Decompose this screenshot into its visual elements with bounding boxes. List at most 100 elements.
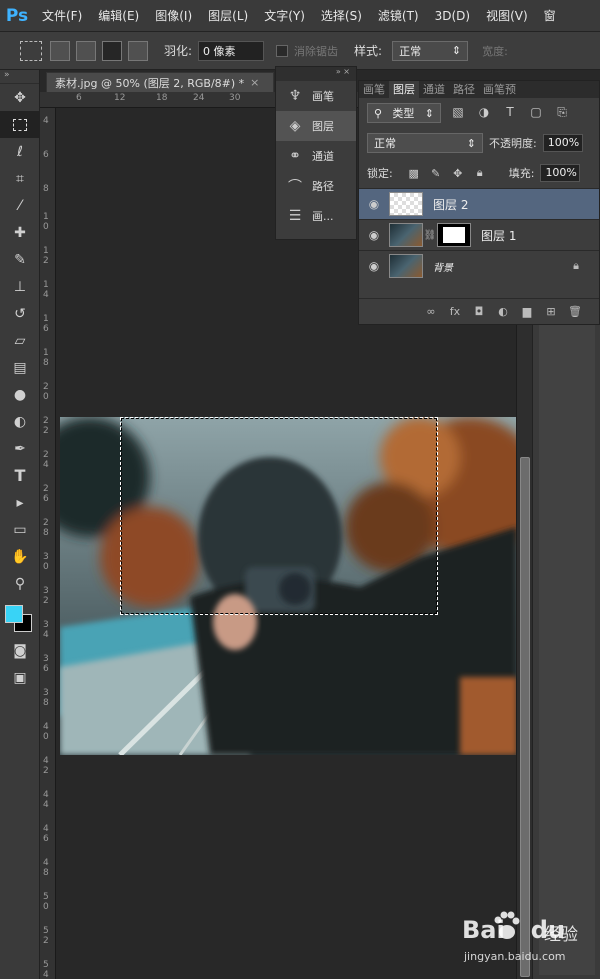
layer-row-layer2[interactable]: ◉ 图层 2 xyxy=(359,188,599,219)
feather-input[interactable]: 0 像素 xyxy=(198,40,265,61)
panel-layers[interactable]: ◈ 图层 xyxy=(276,111,356,141)
menu-layer[interactable]: 图层(L) xyxy=(200,7,256,24)
blur-tool-icon[interactable]: ● xyxy=(0,381,40,408)
menu-image[interactable]: 图像(I) xyxy=(147,7,200,24)
type-filter-icon[interactable]: T xyxy=(501,105,519,121)
marquee-preset-icon[interactable] xyxy=(20,40,42,61)
kind-filter-select[interactable]: ⚲ 类型 ⇕ xyxy=(367,103,441,123)
canvas-scrollbar[interactable] xyxy=(516,317,532,979)
menu-window[interactable]: 窗 xyxy=(536,7,564,24)
type-tool-icon[interactable]: T xyxy=(0,462,40,489)
link-layers-icon[interactable]: ∞ xyxy=(419,305,443,318)
eye-icon[interactable]: ◉ xyxy=(359,197,389,211)
tab-layers[interactable]: 图层 xyxy=(389,81,419,98)
ruler-tick: 1 2 xyxy=(43,246,49,266)
eyedropper-tool-icon[interactable]: ⁄ xyxy=(0,192,40,219)
layer-mask-thumbnail[interactable] xyxy=(437,223,471,247)
menu-view[interactable]: 视图(V) xyxy=(478,7,536,24)
canvas-image[interactable] xyxy=(60,417,517,755)
screen-mode-icon[interactable]: ▣ xyxy=(0,664,40,691)
add-selection-icon[interactable] xyxy=(76,40,96,61)
shape-filter-icon[interactable]: ▢ xyxy=(527,105,545,121)
stamp-tool-icon[interactable]: ⊥ xyxy=(0,273,40,300)
hand-tool-icon[interactable]: ✋ xyxy=(0,543,40,570)
new-group-icon[interactable]: ▆ xyxy=(515,305,539,318)
panel-expand-icon[interactable]: » × xyxy=(276,67,356,81)
lock-position-icon[interactable]: ✥ xyxy=(451,167,465,180)
antialias-checkbox[interactable] xyxy=(276,44,289,57)
zoom-tool-icon[interactable]: ⚲ xyxy=(0,570,40,597)
new-layer-icon[interactable]: ⊞ xyxy=(539,305,563,318)
menu-select[interactable]: 选择(S) xyxy=(313,7,370,24)
adjustment-filter-icon[interactable]: ◑ xyxy=(475,105,493,121)
lasso-tool-icon[interactable]: ℓ xyxy=(0,138,40,165)
menu-filter[interactable]: 滤镜(T) xyxy=(370,7,427,24)
close-tab-icon[interactable]: × xyxy=(250,76,259,89)
ruler-tick: 18 xyxy=(156,93,168,103)
panel-label: 画... xyxy=(312,210,334,223)
opacity-input[interactable]: 100% xyxy=(542,134,583,152)
delete-layer-icon[interactable]: 🗑︎ xyxy=(563,305,587,318)
marquee-tool-icon[interactable] xyxy=(0,111,40,138)
menu-3d[interactable]: 3D(D) xyxy=(427,9,478,23)
quick-mask-icon[interactable]: ◙ xyxy=(0,637,40,664)
document-tab[interactable]: 素材.jpg @ 50% (图层 2, RGB/8#) * × xyxy=(46,72,274,92)
tab-channels[interactable]: 通道 xyxy=(419,81,449,98)
healing-tool-icon[interactable]: ✚ xyxy=(0,219,40,246)
dodge-tool-icon[interactable]: ◐ xyxy=(0,408,40,435)
eye-icon[interactable]: ◉ xyxy=(359,228,389,242)
lock-all-icon[interactable]: 🔒︎ xyxy=(473,166,487,180)
brush-tool-icon[interactable]: ✎ xyxy=(0,246,40,273)
move-tool-icon[interactable]: ✥ xyxy=(0,84,40,111)
path-select-tool-icon[interactable]: ▸ xyxy=(0,489,40,516)
layer-row-layer1[interactable]: ◉ ⛓ 图层 1 xyxy=(359,219,599,250)
foreground-color-swatch[interactable] xyxy=(5,605,23,623)
tab-brush-presets[interactable]: 画笔预 xyxy=(479,81,520,98)
menu-edit[interactable]: 编辑(E) xyxy=(90,7,147,24)
panel-channels[interactable]: ⚭ 通道 xyxy=(276,141,356,171)
subtract-selection-icon[interactable] xyxy=(102,40,122,61)
layer-row-background[interactable]: ◉ 背景 🔒︎ xyxy=(359,250,599,281)
menu-file[interactable]: 文件(F) xyxy=(34,7,90,24)
crop-tool-icon[interactable]: ⌗ xyxy=(0,165,40,192)
ruler-tick: 6 xyxy=(43,150,49,160)
new-selection-icon[interactable] xyxy=(50,40,70,61)
adjustment-layer-icon[interactable]: ◐ xyxy=(491,305,515,318)
eraser-tool-icon[interactable]: ▱ xyxy=(0,327,40,354)
style-label: 样式: xyxy=(354,44,383,58)
collapsed-panels: » × ♆ 画笔 ◈ 图层 ⚭ 通道 ⌒ 路径 ☰ 画... xyxy=(275,66,357,240)
pen-tool-icon[interactable]: ✒ xyxy=(0,435,40,462)
panel-label: 图层 xyxy=(312,120,334,133)
blend-mode-select[interactable]: 正常 ⇕ xyxy=(367,133,483,153)
gradient-tool-icon[interactable]: ▤ xyxy=(0,354,40,381)
panel-label: 路径 xyxy=(312,180,334,193)
ruler-tick: 3 0 xyxy=(43,552,49,572)
add-mask-icon[interactable]: ◘ xyxy=(467,305,491,318)
menu-type[interactable]: 文字(Y) xyxy=(256,7,313,24)
tab-brush[interactable]: 画笔 xyxy=(359,81,389,98)
style-select[interactable]: 正常 ⇕ xyxy=(392,40,469,61)
layers-footer: ∞ fx ◘ ◐ ▆ ⊞ 🗑︎ xyxy=(359,298,599,324)
tools-panel: » ✥ ℓ ⌗ ⁄ ✚ ✎ ⊥ ↺ ▱ ▤ ● ◐ ✒ T ▸ ▭ ✋ ⚲ ◙ … xyxy=(0,70,40,979)
shape-tool-icon[interactable]: ▭ xyxy=(0,516,40,543)
eye-icon[interactable]: ◉ xyxy=(359,259,389,273)
smart-object-filter-icon[interactable]: ⎘ xyxy=(553,105,571,121)
fill-input[interactable]: 100% xyxy=(540,164,581,182)
panel-brush-presets[interactable]: ☰ 画... xyxy=(276,201,356,231)
lock-transparency-icon[interactable]: ▩ xyxy=(407,167,421,180)
tab-paths[interactable]: 路径 xyxy=(449,81,479,98)
panel-paths[interactable]: ⌒ 路径 xyxy=(276,171,356,201)
lock-pixels-icon[interactable]: ✎ xyxy=(429,167,443,180)
color-swatches[interactable] xyxy=(0,597,39,637)
ruler-tick: 3 6 xyxy=(43,654,49,674)
history-brush-tool-icon[interactable]: ↺ xyxy=(0,300,40,327)
link-chain-icon[interactable]: ⛓ xyxy=(423,230,437,241)
fx-icon[interactable]: fx xyxy=(443,305,467,318)
scrollbar-thumb[interactable] xyxy=(520,457,530,977)
pixel-filter-icon[interactable]: ▧ xyxy=(449,105,467,121)
ruler-tick: 3 2 xyxy=(43,586,49,606)
layer-thumbnail xyxy=(389,254,423,278)
intersect-selection-icon[interactable] xyxy=(128,40,148,61)
tools-collapse-icon[interactable]: » xyxy=(0,70,39,84)
panel-brush[interactable]: ♆ 画笔 xyxy=(276,81,356,111)
